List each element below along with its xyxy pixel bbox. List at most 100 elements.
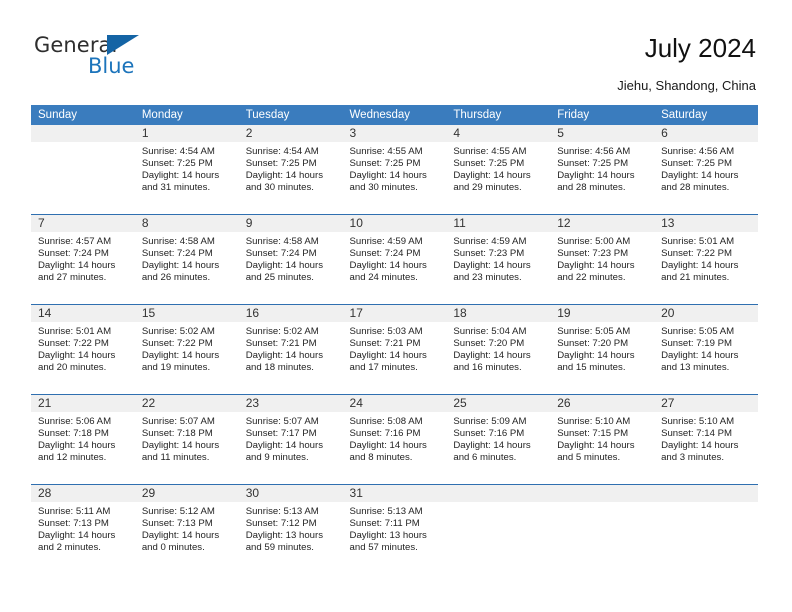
calendar-day-cell[interactable]: 23 Sunrise: 5:07 AM Sunset: 7:17 PM Dayl…	[238, 394, 343, 485]
day-number: 14	[31, 305, 135, 322]
day-number: 28	[31, 485, 135, 502]
calendar-day-cell[interactable]: 24 Sunrise: 5:08 AM Sunset: 7:16 PM Dayl…	[342, 394, 447, 485]
calendar-day-cell[interactable]: 29 Sunrise: 5:12 AM Sunset: 7:13 PM Dayl…	[134, 484, 239, 574]
weekday-header-thursday: Thursday	[446, 105, 551, 125]
sunset-text: Sunset: 7:21 PM	[349, 338, 421, 350]
sunrise-text: Sunrise: 5:02 AM	[141, 326, 215, 337]
calendar-day-cell[interactable]: 7 Sunrise: 4:57 AM Sunset: 7:24 PM Dayli…	[31, 214, 135, 305]
sunset-text: Sunset: 7:24 PM	[38, 248, 109, 260]
daylight-text-line2: and 0 minutes.	[141, 542, 205, 554]
day-number: 11	[446, 215, 551, 232]
sunrise-text: Sunrise: 4:59 AM	[453, 236, 527, 247]
calendar-page: General Blue July 2024 Jiehu, Shandong, …	[0, 0, 792, 612]
calendar-day-cell[interactable]	[446, 484, 551, 574]
daylight-text-line1: Daylight: 14 hours	[661, 440, 739, 452]
sunrise-text: Sunrise: 5:06 AM	[38, 416, 112, 427]
day-details: Sunrise: 5:03 AM Sunset: 7:21 PM Dayligh…	[343, 322, 447, 374]
day-number	[31, 125, 135, 142]
sunset-text: Sunset: 7:21 PM	[245, 338, 317, 350]
day-number: 3	[342, 125, 447, 142]
sunrise-text: Sunrise: 5:10 AM	[557, 416, 631, 427]
calendar-day-cell[interactable]: 4 Sunrise: 4:55 AM Sunset: 7:25 PM Dayli…	[446, 125, 551, 215]
daylight-text-line2: and 2 minutes.	[38, 542, 101, 554]
calendar-day-cell[interactable]: 5 Sunrise: 4:56 AM Sunset: 7:25 PM Dayli…	[550, 125, 655, 215]
sunrise-text: Sunrise: 5:08 AM	[349, 416, 423, 427]
calendar-day-cell[interactable]: 18 Sunrise: 5:04 AM Sunset: 7:20 PM Dayl…	[446, 304, 551, 395]
sunset-text: Sunset: 7:18 PM	[38, 428, 109, 440]
day-number: 18	[446, 305, 551, 322]
sunset-text: Sunset: 7:24 PM	[349, 248, 421, 260]
daylight-text-line2: and 28 minutes.	[557, 182, 626, 194]
calendar-day-cell[interactable]: 12 Sunrise: 5:00 AM Sunset: 7:23 PM Dayl…	[550, 214, 655, 305]
sunset-text: Sunset: 7:16 PM	[453, 428, 525, 440]
calendar-day-cell[interactable]: 19 Sunrise: 5:05 AM Sunset: 7:20 PM Dayl…	[550, 304, 655, 395]
calendar-day-cell[interactable]: 21 Sunrise: 5:06 AM Sunset: 7:18 PM Dayl…	[31, 394, 135, 485]
calendar-day-cell[interactable]: 3 Sunrise: 4:55 AM Sunset: 7:25 PM Dayli…	[342, 125, 447, 215]
daylight-text-line1: Daylight: 14 hours	[141, 260, 220, 272]
calendar-day-cell[interactable]: 8 Sunrise: 4:58 AM Sunset: 7:24 PM Dayli…	[134, 214, 239, 305]
sunrise-text: Sunrise: 5:13 AM	[245, 506, 319, 517]
calendar-day-cell[interactable]: 10 Sunrise: 4:59 AM Sunset: 7:24 PM Dayl…	[342, 214, 447, 305]
calendar-day-cell[interactable]: 9 Sunrise: 4:58 AM Sunset: 7:24 PM Dayli…	[238, 214, 343, 305]
sunrise-text: Sunrise: 4:58 AM	[141, 236, 215, 247]
calendar-day-cell[interactable]: 22 Sunrise: 5:07 AM Sunset: 7:18 PM Dayl…	[134, 394, 239, 485]
calendar-day-cell[interactable]: 13 Sunrise: 5:01 AM Sunset: 7:22 PM Dayl…	[654, 214, 758, 305]
calendar-day-cell[interactable]: 27 Sunrise: 5:10 AM Sunset: 7:14 PM Dayl…	[654, 394, 758, 485]
daylight-text-line2: and 16 minutes.	[453, 362, 522, 374]
day-details: Sunrise: 5:00 AM Sunset: 7:23 PM Dayligh…	[550, 232, 654, 284]
logo-triangle-icon	[107, 35, 139, 55]
day-details	[446, 502, 550, 506]
calendar-day-cell[interactable]: 26 Sunrise: 5:10 AM Sunset: 7:15 PM Dayl…	[550, 394, 655, 485]
day-number: 5	[550, 125, 655, 142]
calendar-day-cell[interactable]: 15 Sunrise: 5:02 AM Sunset: 7:22 PM Dayl…	[134, 304, 239, 395]
calendar-week-row: 14 Sunrise: 5:01 AM Sunset: 7:22 PM Dayl…	[31, 304, 758, 395]
sunrise-text: Sunrise: 4:56 AM	[661, 146, 735, 157]
calendar-day-cell[interactable]	[654, 484, 758, 574]
calendar-week-row: 21 Sunrise: 5:06 AM Sunset: 7:18 PM Dayl…	[31, 394, 758, 485]
calendar-day-cell[interactable]: 11 Sunrise: 4:59 AM Sunset: 7:23 PM Dayl…	[446, 214, 551, 305]
day-number: 2	[238, 125, 343, 142]
day-number: 27	[654, 395, 758, 412]
day-details	[31, 142, 135, 146]
daylight-text-line2: and 30 minutes.	[245, 182, 314, 194]
sunset-text: Sunset: 7:25 PM	[245, 158, 317, 170]
calendar-day-cell[interactable]: 6 Sunrise: 4:56 AM Sunset: 7:25 PM Dayli…	[654, 125, 758, 215]
day-details: Sunrise: 4:56 AM Sunset: 7:25 PM Dayligh…	[654, 142, 758, 194]
calendar-day-cell[interactable]: 16 Sunrise: 5:02 AM Sunset: 7:21 PM Dayl…	[238, 304, 343, 395]
calendar-day-cell[interactable]: 28 Sunrise: 5:11 AM Sunset: 7:13 PM Dayl…	[31, 484, 135, 574]
calendar-week-row: 7 Sunrise: 4:57 AM Sunset: 7:24 PM Dayli…	[31, 214, 758, 305]
sunset-text: Sunset: 7:25 PM	[557, 158, 629, 170]
day-details: Sunrise: 5:13 AM Sunset: 7:12 PM Dayligh…	[239, 502, 343, 554]
day-number: 22	[134, 395, 239, 412]
day-details: Sunrise: 5:05 AM Sunset: 7:20 PM Dayligh…	[550, 322, 654, 374]
sunrise-text: Sunrise: 5:00 AM	[557, 236, 631, 247]
calendar-day-cell[interactable]: 14 Sunrise: 5:01 AM Sunset: 7:22 PM Dayl…	[31, 304, 135, 395]
calendar-day-cell[interactable]: 25 Sunrise: 5:09 AM Sunset: 7:16 PM Dayl…	[446, 394, 551, 485]
daylight-text-line1: Daylight: 14 hours	[349, 440, 427, 452]
day-number: 26	[550, 395, 655, 412]
calendar-day-cell[interactable]	[550, 484, 655, 574]
calendar-day-cell[interactable]: 2 Sunrise: 4:54 AM Sunset: 7:25 PM Dayli…	[238, 125, 343, 215]
daylight-text-line1: Daylight: 14 hours	[245, 170, 324, 182]
logo-text-blue: Blue	[88, 54, 135, 78]
daylight-text-line1: Daylight: 14 hours	[141, 530, 220, 542]
day-number	[654, 485, 758, 502]
calendar-day-cell[interactable]: 17 Sunrise: 5:03 AM Sunset: 7:21 PM Dayl…	[342, 304, 447, 395]
sunset-text: Sunset: 7:22 PM	[38, 338, 109, 350]
day-number: 1	[134, 125, 239, 142]
sunset-text: Sunset: 7:13 PM	[38, 518, 109, 530]
calendar-day-cell[interactable]: 30 Sunrise: 5:13 AM Sunset: 7:12 PM Dayl…	[238, 484, 343, 574]
calendar-day-cell[interactable]: 31 Sunrise: 5:13 AM Sunset: 7:11 PM Dayl…	[342, 484, 447, 574]
calendar-day-cell[interactable]	[31, 125, 135, 215]
daylight-text-line2: and 23 minutes.	[453, 272, 522, 284]
calendar-header-row: Sunday Monday Tuesday Wednesday Thursday…	[31, 105, 758, 125]
calendar-day-cell[interactable]: 20 Sunrise: 5:05 AM Sunset: 7:19 PM Dayl…	[654, 304, 758, 395]
daylight-text-line1: Daylight: 13 hours	[349, 530, 427, 542]
daylight-text-line1: Daylight: 14 hours	[661, 350, 739, 362]
day-details: Sunrise: 5:13 AM Sunset: 7:11 PM Dayligh…	[343, 502, 447, 554]
sunset-text: Sunset: 7:14 PM	[661, 428, 732, 440]
sunrise-text: Sunrise: 4:55 AM	[349, 146, 423, 157]
daylight-text-line2: and 17 minutes.	[349, 362, 418, 374]
daylight-text-line1: Daylight: 14 hours	[141, 440, 220, 452]
calendar-day-cell[interactable]: 1 Sunrise: 4:54 AM Sunset: 7:25 PM Dayli…	[134, 125, 239, 215]
